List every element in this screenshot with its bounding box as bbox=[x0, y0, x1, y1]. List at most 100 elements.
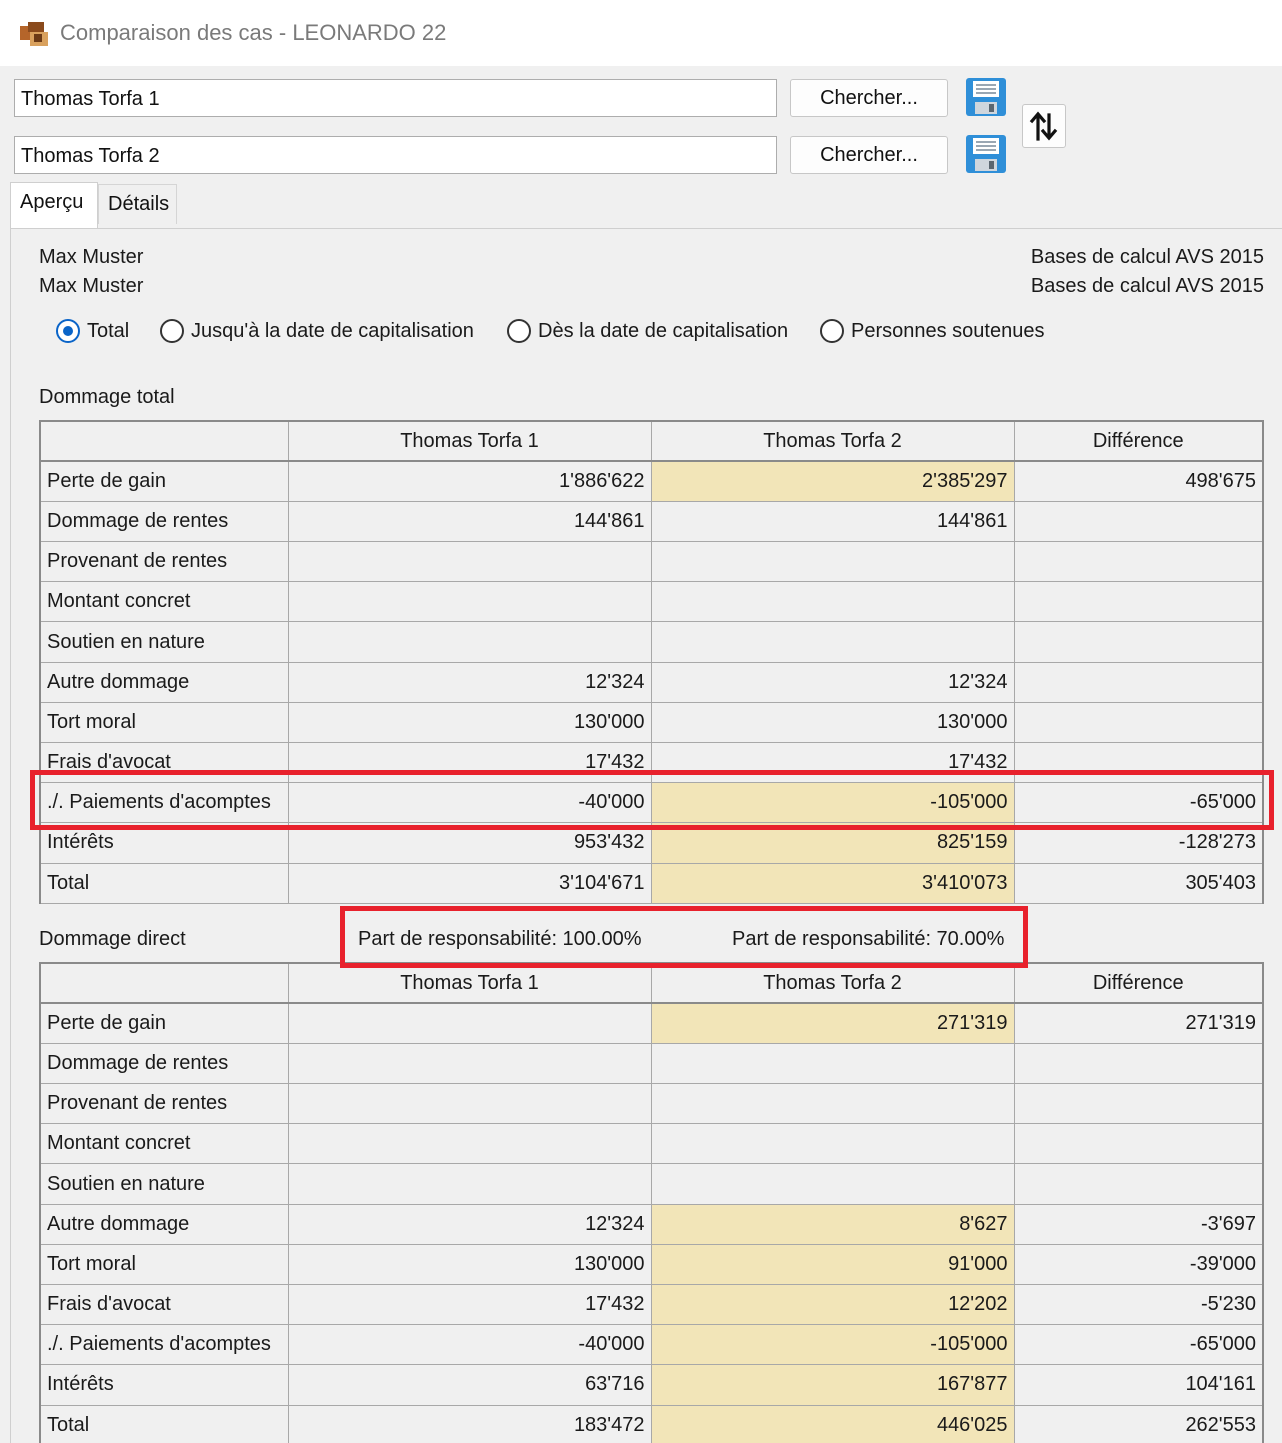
search-case-1-button[interactable]: Chercher... bbox=[790, 79, 948, 117]
cell-case-2: 167'877 bbox=[650, 1364, 1015, 1406]
table-row: Perte de gain 1'886'622 2'385'297 498'675 bbox=[39, 460, 1264, 502]
cell-case-1 bbox=[287, 541, 652, 583]
swap-cases-button[interactable] bbox=[1022, 104, 1066, 148]
table-row: Provenant de rentes bbox=[39, 541, 1264, 583]
cell-case-1: 17'432 bbox=[287, 741, 652, 784]
person-name-2: Max Muster bbox=[39, 275, 144, 297]
radio-supported-persons[interactable]: Personnes soutenues bbox=[820, 318, 1044, 344]
case-1-field[interactable]: Thomas Torfa 1 bbox=[14, 79, 777, 117]
cell-case-1 bbox=[287, 621, 652, 663]
cell-case-1 bbox=[287, 1123, 652, 1165]
cell-case-1 bbox=[287, 1163, 652, 1205]
cell-difference: -39'000 bbox=[1013, 1243, 1264, 1286]
table-header-row: Thomas Torfa 1 Thomas Torfa 2 Différence bbox=[39, 419, 1264, 463]
cell-difference: 498'675 bbox=[1013, 460, 1264, 502]
cell-case-2 bbox=[650, 1123, 1015, 1165]
row-label: ./. Paiements d'acomptes bbox=[39, 782, 289, 824]
row-label: Provenant de rentes bbox=[39, 1083, 289, 1125]
cell-difference bbox=[1013, 1123, 1264, 1165]
row-label: Autre dommage bbox=[39, 1203, 289, 1245]
table-row: Intérêts 953'432 825'159 -128'273 bbox=[39, 822, 1264, 864]
column-header-case-1: Thomas Torfa 1 bbox=[287, 961, 652, 1005]
radio-total[interactable]: Total bbox=[56, 318, 129, 344]
row-label: Soutien en nature bbox=[39, 621, 289, 663]
direct-damage-heading: Dommage direct bbox=[39, 928, 186, 950]
table-row: Tort moral 130'000 130'000 bbox=[39, 701, 1264, 744]
row-label: Perte de gain bbox=[39, 1002, 289, 1044]
row-label: Autre dommage bbox=[39, 661, 289, 703]
row-label: Frais d'avocat bbox=[39, 741, 289, 784]
cell-difference bbox=[1013, 701, 1264, 744]
cell-case-1: 12'324 bbox=[287, 1203, 652, 1245]
save-case-2-icon[interactable] bbox=[964, 133, 1008, 175]
cell-case-2: 130'000 bbox=[650, 701, 1015, 744]
radio-total-label: Total bbox=[87, 319, 130, 342]
cell-case-2: -105'000 bbox=[650, 1324, 1015, 1366]
responsibility-case-2: Part de responsabilité: 70.00% bbox=[732, 928, 1005, 950]
person-name-1: Max Muster bbox=[39, 246, 144, 268]
cell-difference bbox=[1013, 621, 1264, 663]
cell-case-1: 144'861 bbox=[287, 500, 652, 543]
cell-case-1: 3'104'671 bbox=[287, 862, 652, 904]
cell-difference bbox=[1013, 581, 1264, 623]
table-row: Total 3'104'671 3'410'073 305'403 bbox=[39, 862, 1264, 904]
cell-difference: -3'697 bbox=[1013, 1203, 1264, 1245]
calc-basis-1: Bases de calcul AVS 2015 bbox=[1030, 246, 1264, 268]
cell-case-2: 271'319 bbox=[650, 1002, 1015, 1044]
cell-case-1: 63'716 bbox=[287, 1364, 652, 1406]
app-logo-icon bbox=[20, 22, 48, 46]
cell-difference: -65'000 bbox=[1013, 782, 1264, 824]
row-label: Tort moral bbox=[39, 1243, 289, 1286]
radio-from-capitalisation[interactable]: Dès la date de capitalisation bbox=[507, 318, 788, 344]
column-header-case-1: Thomas Torfa 1 bbox=[287, 419, 652, 463]
radio-from-label: Dès la date de capitalisation bbox=[538, 319, 789, 342]
row-label: Total bbox=[39, 862, 289, 904]
cell-case-2: 446'025 bbox=[650, 1404, 1015, 1443]
row-label: Montant concret bbox=[39, 581, 289, 623]
cell-case-1: 1'886'622 bbox=[287, 460, 652, 502]
row-label: Dommage de rentes bbox=[39, 500, 289, 543]
cell-case-1 bbox=[287, 581, 652, 623]
cell-case-2: 3'410'073 bbox=[650, 862, 1015, 904]
table-row: Intérêts 63'716 167'877 104'161 bbox=[39, 1364, 1264, 1406]
cell-case-2 bbox=[650, 1163, 1015, 1205]
tab-apercu[interactable]: Aperçu bbox=[10, 182, 98, 228]
row-label: Intérêts bbox=[39, 1364, 289, 1406]
cell-case-2: 12'202 bbox=[650, 1283, 1015, 1326]
cell-case-1: -40'000 bbox=[287, 1324, 652, 1366]
row-label: ./. Paiements d'acomptes bbox=[39, 1324, 289, 1366]
cell-difference bbox=[1013, 1042, 1264, 1085]
radio-unselected-icon bbox=[507, 319, 531, 343]
cell-case-2 bbox=[650, 1042, 1015, 1085]
cell-case-2: -105'000 bbox=[650, 782, 1015, 824]
cell-difference bbox=[1013, 1083, 1264, 1125]
table-row: Provenant de rentes bbox=[39, 1083, 1264, 1125]
cell-difference: 271'319 bbox=[1013, 1002, 1264, 1044]
cell-case-1: 130'000 bbox=[287, 1243, 652, 1286]
row-label: Dommage de rentes bbox=[39, 1042, 289, 1085]
cell-difference bbox=[1013, 541, 1264, 583]
save-case-1-icon[interactable] bbox=[964, 76, 1008, 118]
cell-difference: -128'273 bbox=[1013, 822, 1264, 864]
row-label: Frais d'avocat bbox=[39, 1283, 289, 1326]
tab-details[interactable]: Détails bbox=[98, 184, 177, 224]
cell-case-2 bbox=[650, 541, 1015, 583]
swap-arrows-icon bbox=[1029, 111, 1058, 141]
cell-case-2: 8'627 bbox=[650, 1203, 1015, 1245]
table-row: ./. Paiements d'acomptes -40'000 -105'000-… bbox=[39, 782, 1264, 824]
radio-supported-label: Personnes soutenues bbox=[851, 319, 1045, 342]
total-damage-table: Thomas Torfa 1 Thomas Torfa 2 Différence… bbox=[39, 419, 1264, 904]
cell-difference: 104'161 bbox=[1013, 1364, 1264, 1406]
table-row: Frais d'avocat 17'432 12'202 -5'230 bbox=[39, 1283, 1264, 1326]
table-row: ./. Paiements d'acomptes -40'000 -105'000-… bbox=[39, 1324, 1264, 1366]
table-header-row: Thomas Torfa 1 Thomas Torfa 2 Différence bbox=[39, 961, 1264, 1005]
search-case-2-button[interactable]: Chercher... bbox=[790, 136, 948, 174]
row-label: Soutien en nature bbox=[39, 1163, 289, 1205]
column-header-case-2: Thomas Torfa 2 bbox=[650, 961, 1015, 1005]
table-row: Soutien en nature bbox=[39, 1163, 1264, 1205]
cell-case-1: 12'324 bbox=[287, 661, 652, 703]
cell-case-1 bbox=[287, 1042, 652, 1085]
case-2-field[interactable]: Thomas Torfa 2 bbox=[14, 136, 777, 174]
cell-case-1: 183'472 bbox=[287, 1404, 652, 1443]
radio-until-capitalisation[interactable]: Jusqu'à la date de capitalisation bbox=[160, 318, 474, 344]
